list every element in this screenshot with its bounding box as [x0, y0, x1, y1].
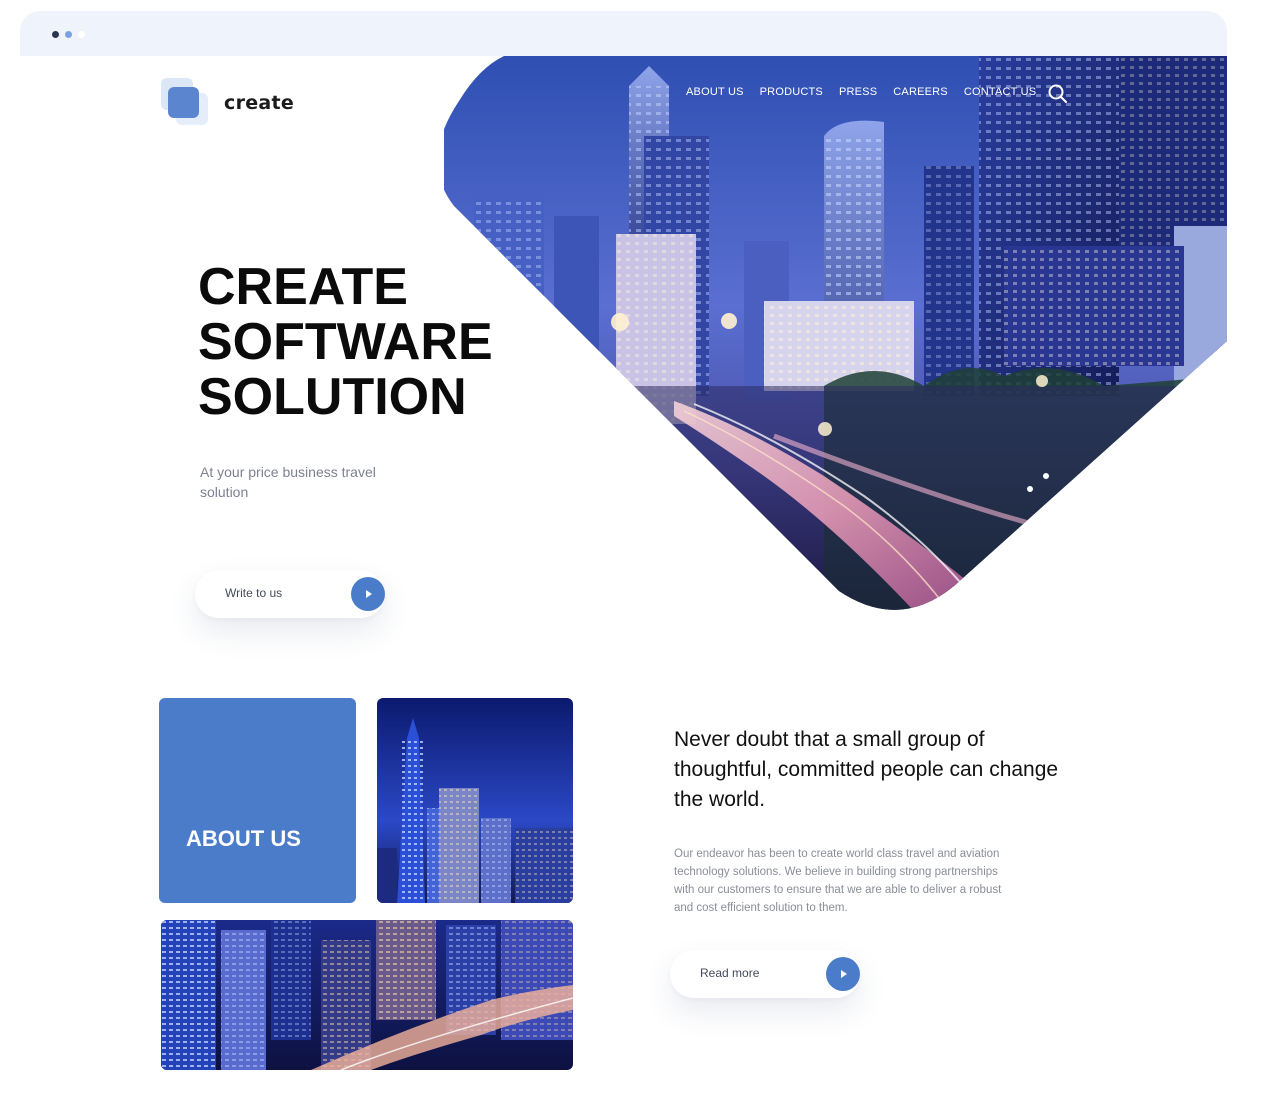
landing-page: create ABOUT US PRODUCTS PRESS CAREERS C…	[20, 56, 1227, 1102]
about-body-text: Our endeavor has been to create world cl…	[674, 847, 1002, 915]
logo-square-front	[168, 87, 199, 118]
about-us-card[interactable]: ABOUT US	[159, 698, 356, 903]
play-arrow-icon	[826, 957, 860, 991]
hero-title-line: SOFTWARE	[198, 313, 493, 371]
nav-item-about-us[interactable]: ABOUT US	[686, 86, 744, 98]
brand-name[interactable]: create	[224, 92, 294, 114]
about-quote: Never doubt that a small group of though…	[674, 728, 1059, 811]
write-to-us-button[interactable]: Write to us	[195, 570, 385, 618]
window-dot-icon	[78, 31, 85, 38]
hero-title: CREATE SOFTWARE SOLUTION	[198, 260, 528, 425]
nav-item-contact-us[interactable]: CONTACT US	[964, 86, 1037, 98]
nav-item-products[interactable]: PRODUCTS	[760, 86, 823, 98]
hero-title-line: CREATE	[198, 258, 408, 316]
read-more-button[interactable]: Read more	[670, 950, 860, 998]
hero-title-line: SOLUTION	[198, 368, 467, 426]
nav-item-careers[interactable]: CAREERS	[893, 86, 948, 98]
search-icon[interactable]	[1047, 83, 1069, 105]
city-aerial-photo	[161, 920, 573, 1070]
nav-item-press[interactable]: PRESS	[839, 86, 877, 98]
play-arrow-icon	[351, 577, 385, 611]
night-tower-photo	[377, 698, 573, 903]
window-dot-icon	[52, 31, 59, 38]
hero-image	[444, 56, 1227, 611]
read-more-label: Read more	[700, 966, 760, 980]
main-nav: ABOUT US PRODUCTS PRESS CAREERS CONTACT …	[686, 86, 1036, 98]
write-to-us-label: Write to us	[225, 586, 283, 600]
about-us-label: ABOUT US	[186, 826, 301, 851]
hero-subtitle: At your price business travel solution	[200, 464, 376, 500]
browser-bar	[20, 11, 1227, 57]
brand-logo-icon[interactable]	[161, 78, 209, 126]
window-dot-icon	[65, 31, 72, 38]
